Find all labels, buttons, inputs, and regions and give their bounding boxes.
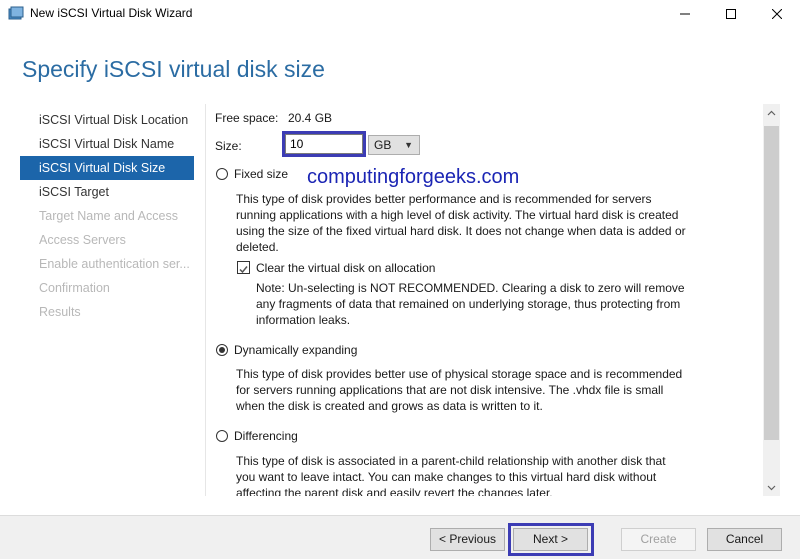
size-highlight-box — [282, 131, 366, 157]
page-title: Specify iSCSI virtual disk size — [22, 56, 325, 82]
wizard-footer: < Previous Next > Create Cancel — [0, 515, 800, 559]
text-line: you want to leave intact. You can make c… — [236, 470, 657, 484]
minimize-button[interactable] — [662, 0, 708, 28]
nav-step-size[interactable]: iSCSI Virtual Disk Size — [20, 156, 194, 180]
watermark-text: computingforgeeks.com — [307, 166, 520, 188]
close-icon — [772, 9, 782, 19]
chevron-down-icon: ▼ — [404, 140, 413, 150]
close-button[interactable] — [754, 0, 800, 28]
text-line: running applications with a high level o… — [236, 208, 679, 222]
maximize-button[interactable] — [708, 0, 754, 28]
text-line: information leaks. — [256, 313, 351, 327]
nav-step-access-servers: Access Servers — [39, 233, 126, 247]
radio-selected-dot — [219, 347, 225, 353]
nav-step-authentication: Enable authentication ser... — [39, 257, 190, 271]
scroll-down-button[interactable] — [763, 479, 780, 496]
nav-step-results: Results — [39, 305, 81, 319]
clear-disk-checkbox[interactable] — [237, 261, 250, 274]
size-label: Size: — [215, 139, 242, 153]
nav-step-target-name-access: Target Name and Access — [39, 209, 178, 223]
fixed-size-description: This type of disk provides better perfor… — [236, 191, 686, 255]
text-line: affecting the parent disk and easily rev… — [236, 486, 553, 496]
clear-disk-label[interactable]: Clear the virtual disk on allocation — [256, 261, 435, 275]
chevron-down-icon — [767, 485, 776, 490]
text-line: for servers running applications that ar… — [236, 383, 664, 397]
differencing-radio[interactable] — [216, 430, 228, 442]
fixed-size-radio[interactable] — [216, 168, 228, 180]
dynamic-expanding-description: This type of disk provides better use of… — [236, 366, 682, 414]
nav-step-name[interactable]: iSCSI Virtual Disk Name — [20, 132, 194, 156]
text-line: when the disk is created and grows as da… — [236, 399, 543, 413]
text-line: This type of disk is associated in a par… — [236, 454, 666, 468]
title-bar: New iSCSI Virtual Disk Wizard — [0, 0, 800, 28]
text-line: This type of disk provides better perfor… — [236, 192, 652, 206]
minimize-icon — [680, 13, 690, 15]
differencing-label[interactable]: Differencing — [234, 429, 298, 443]
free-space-label: Free space: — [215, 111, 279, 125]
unit-dropdown-value: GB — [374, 138, 392, 152]
content-panel: Free space: 20.4 GB Size: GB ▼ Fixed siz… — [205, 104, 763, 496]
clear-disk-note: Note: Un-selecting is NOT RECOMMENDED. C… — [256, 280, 685, 328]
text-line: any fragments of data that remained on u… — [256, 297, 681, 311]
wizard-steps-nav: iSCSI Virtual Disk Location iSCSI Virtua… — [20, 108, 194, 324]
scroll-up-button[interactable] — [763, 104, 780, 121]
fixed-size-label[interactable]: Fixed size — [234, 167, 288, 181]
checkmark-icon — [239, 266, 248, 274]
differencing-description: This type of disk is associated in a par… — [236, 453, 666, 496]
cancel-button[interactable]: Cancel — [707, 528, 782, 551]
previous-button[interactable]: < Previous — [430, 528, 505, 551]
nav-step-confirmation: Confirmation — [39, 281, 110, 295]
nav-step-location[interactable]: iSCSI Virtual Disk Location — [20, 108, 194, 132]
wizard-app-icon — [8, 6, 24, 22]
text-line: using the size of the fixed virtual hard… — [236, 224, 686, 238]
dynamic-expanding-label[interactable]: Dynamically expanding — [234, 343, 357, 357]
dynamic-expanding-radio[interactable] — [216, 344, 228, 356]
nav-step-target[interactable]: iSCSI Target — [20, 180, 194, 204]
free-space-value: 20.4 GB — [288, 111, 333, 125]
maximize-icon — [726, 9, 736, 19]
text-line: deleted. — [236, 240, 279, 254]
vertical-scrollbar[interactable] — [763, 104, 780, 496]
scrollbar-thumb[interactable] — [764, 126, 779, 440]
create-button: Create — [621, 528, 696, 551]
window-title: New iSCSI Virtual Disk Wizard — [30, 6, 193, 20]
unit-dropdown[interactable]: GB ▼ — [368, 135, 420, 155]
wizard-header: Specify iSCSI virtual disk size — [0, 28, 800, 102]
text-line: Note: Un-selecting is NOT RECOMMENDED. C… — [256, 281, 685, 295]
text-line: This type of disk provides better use of… — [236, 367, 683, 381]
chevron-up-icon — [767, 110, 776, 115]
next-highlight-box — [508, 523, 594, 556]
